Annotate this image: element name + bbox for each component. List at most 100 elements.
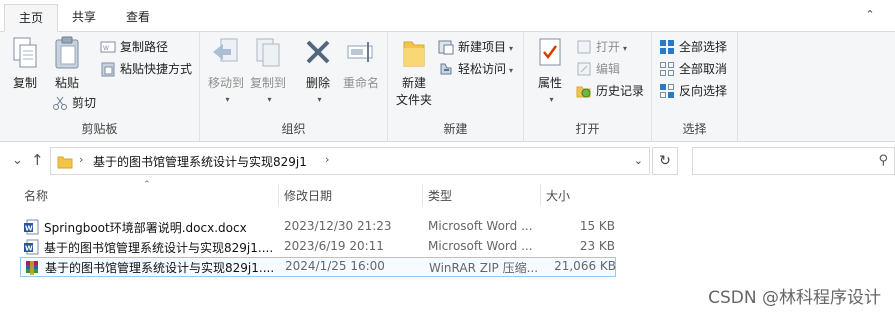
cut-label: 剪切 <box>72 96 97 110</box>
group-label-new: 新建 <box>443 122 468 136</box>
file-type: Microsoft Word ... <box>428 219 533 233</box>
search-icon: ⚲ <box>878 153 888 168</box>
invert-selection-button[interactable]: 反向选择 <box>659 80 727 102</box>
copy-to-icon <box>256 38 280 67</box>
recent-locations-chevron-icon[interactable]: ⌄ <box>12 153 23 168</box>
column-divider[interactable] <box>422 184 423 206</box>
copy-path-button[interactable]: W 复制路径 <box>100 36 168 58</box>
tab-view[interactable]: 查看 <box>112 4 164 32</box>
folder-icon <box>57 156 73 169</box>
delete-label: 删除 <box>305 76 330 90</box>
refresh-button[interactable]: ↻ <box>652 147 678 175</box>
delete-button[interactable]: 删除 ▾ <box>300 36 336 105</box>
copy-label: 复制 <box>12 76 37 90</box>
group-clipboard: 复制 粘贴 W 复制路径 粘贴快捷方式 剪切 剪贴板 <box>0 32 200 142</box>
invert-selection-icon <box>660 83 674 98</box>
group-label-clipboard: 剪贴板 <box>81 122 118 136</box>
file-row[interactable]: W Springboot环境部署说明.docx.docx 2023/12/30 … <box>20 217 616 237</box>
word-icon: W <box>24 239 39 255</box>
breadcrumb-separator-icon[interactable]: › <box>79 153 83 166</box>
file-size: 23 KB <box>579 239 615 253</box>
group-new: 新建 文件夹 新建项目 ▾ 轻松访问 ▾ 新建 <box>388 32 524 142</box>
easy-access-label: 轻松访问 <box>458 62 507 76</box>
file-row-selected[interactable]: 基于的图书馆管理系统设计与实现829j1.... 2024/1/25 16:00… <box>20 257 616 277</box>
properties-icon <box>539 38 561 66</box>
file-date: 2023/12/30 21:23 <box>284 219 392 233</box>
paste-shortcut-button[interactable]: 粘贴快捷方式 <box>100 58 192 80</box>
copy-path-label: 复制路径 <box>120 40 169 54</box>
easy-access-button[interactable]: 轻松访问 ▾ <box>438 58 513 80</box>
delete-icon <box>306 40 330 64</box>
file-type: WinRAR ZIP 压缩... <box>429 261 539 275</box>
rename-icon <box>347 42 373 62</box>
open-label: 打开 <box>596 40 621 54</box>
open-icon <box>577 40 591 53</box>
rename-label: 重命名 <box>342 76 379 90</box>
properties-label: 属性 <box>537 76 562 90</box>
column-header-type[interactable]: 类型 <box>424 186 538 212</box>
group-open: 属性 ▾ 打开 ▾ 编辑 历史记录 打开 <box>524 32 652 142</box>
file-name: Springboot环境部署说明.docx.docx <box>44 221 247 235</box>
move-to-label: 移动到 <box>207 76 244 90</box>
word-icon: W <box>24 219 39 235</box>
rename-button[interactable]: 重命名 <box>340 36 382 91</box>
file-date: 2023/6/19 20:11 <box>284 239 384 253</box>
edit-label: 编辑 <box>596 62 621 76</box>
refresh-icon: ↻ <box>659 153 671 169</box>
group-organize: 移动到▾ 复制到▾ 删除 ▾ 重命名 组织 <box>200 32 388 142</box>
easy-access-icon <box>440 63 452 74</box>
file-date: 2024/1/25 16:00 <box>285 259 385 273</box>
history-label: 历史记录 <box>596 84 645 98</box>
copy-button[interactable]: 复制 <box>8 36 42 91</box>
column-header-name[interactable]: 名称 <box>20 186 276 212</box>
collapse-ribbon-icon[interactable]: ⌃ <box>863 8 877 22</box>
copy-to-button[interactable]: 复制到▾ <box>248 36 288 105</box>
group-label-open: 打开 <box>575 122 600 136</box>
open-button[interactable]: 打开 ▾ <box>576 36 627 58</box>
svg-text:W: W <box>25 245 33 253</box>
file-row[interactable]: W 基于的图书馆管理系统设计与实现829j1.... 2023/6/19 20:… <box>20 237 616 257</box>
paste-icon <box>55 36 79 69</box>
navigation-bar: ⌄ ↑ › 基于的图书馆管理系统设计与实现829j1 › ⌄ ↻ ⚲ <box>0 143 895 179</box>
tab-share[interactable]: 共享 <box>58 4 110 32</box>
tab-home[interactable]: 主页 <box>4 4 59 32</box>
select-all-button[interactable]: 全部选择 <box>659 36 727 58</box>
new-item-button[interactable]: 新建项目 ▾ <box>438 36 513 58</box>
breadcrumb-chevron-icon[interactable]: › <box>325 153 329 166</box>
column-divider[interactable] <box>278 184 279 206</box>
svg-text:W: W <box>25 225 33 233</box>
ribbon-tab-bar: 主页 共享 查看 ⌃ <box>0 0 895 32</box>
edit-button[interactable]: 编辑 <box>576 58 620 80</box>
new-folder-button[interactable]: 新建 文件夹 <box>394 36 434 108</box>
select-none-icon <box>660 61 674 76</box>
select-all-label: 全部选择 <box>679 40 728 54</box>
file-size: 15 KB <box>579 219 615 233</box>
history-button[interactable]: 历史记录 <box>576 80 644 102</box>
up-arrow-icon[interactable]: ↑ <box>31 151 44 169</box>
group-label-organize: 组织 <box>281 122 306 136</box>
column-header-size[interactable]: 大小 <box>542 186 618 212</box>
copy-icon <box>13 37 37 68</box>
edit-icon <box>577 62 591 75</box>
breadcrumb-current[interactable]: 基于的图书馆管理系统设计与实现829j1 <box>93 153 307 170</box>
select-none-label: 全部取消 <box>679 62 728 76</box>
paste-button[interactable]: 粘贴 <box>50 36 84 91</box>
file-name: 基于的图书馆管理系统设计与实现829j1.... <box>44 241 274 255</box>
search-box[interactable]: ⚲ <box>692 147 895 175</box>
cut-button[interactable]: 剪切 <box>52 92 96 114</box>
scissors-icon <box>53 96 67 110</box>
address-bar[interactable]: › 基于的图书馆管理系统设计与实现829j1 › ⌄ <box>50 147 650 175</box>
column-header-date[interactable]: 修改日期 <box>280 186 420 212</box>
winrar-icon <box>26 261 38 275</box>
new-folder-label-line1: 新建 <box>401 76 426 90</box>
group-select: 全部选择 全部取消 反向选择 选择 <box>652 32 738 142</box>
paste-shortcut-icon <box>101 62 115 76</box>
move-to-button[interactable]: 移动到▾ <box>206 36 246 105</box>
copy-to-label: 复制到 <box>249 76 286 90</box>
address-dropdown-icon[interactable]: ⌄ <box>634 154 643 167</box>
paste-shortcut-label: 粘贴快捷方式 <box>120 62 193 76</box>
properties-button[interactable]: 属性 ▾ <box>532 36 568 105</box>
paste-label: 粘贴 <box>54 76 79 90</box>
column-divider[interactable] <box>540 184 541 206</box>
select-none-button[interactable]: 全部取消 <box>659 58 727 80</box>
